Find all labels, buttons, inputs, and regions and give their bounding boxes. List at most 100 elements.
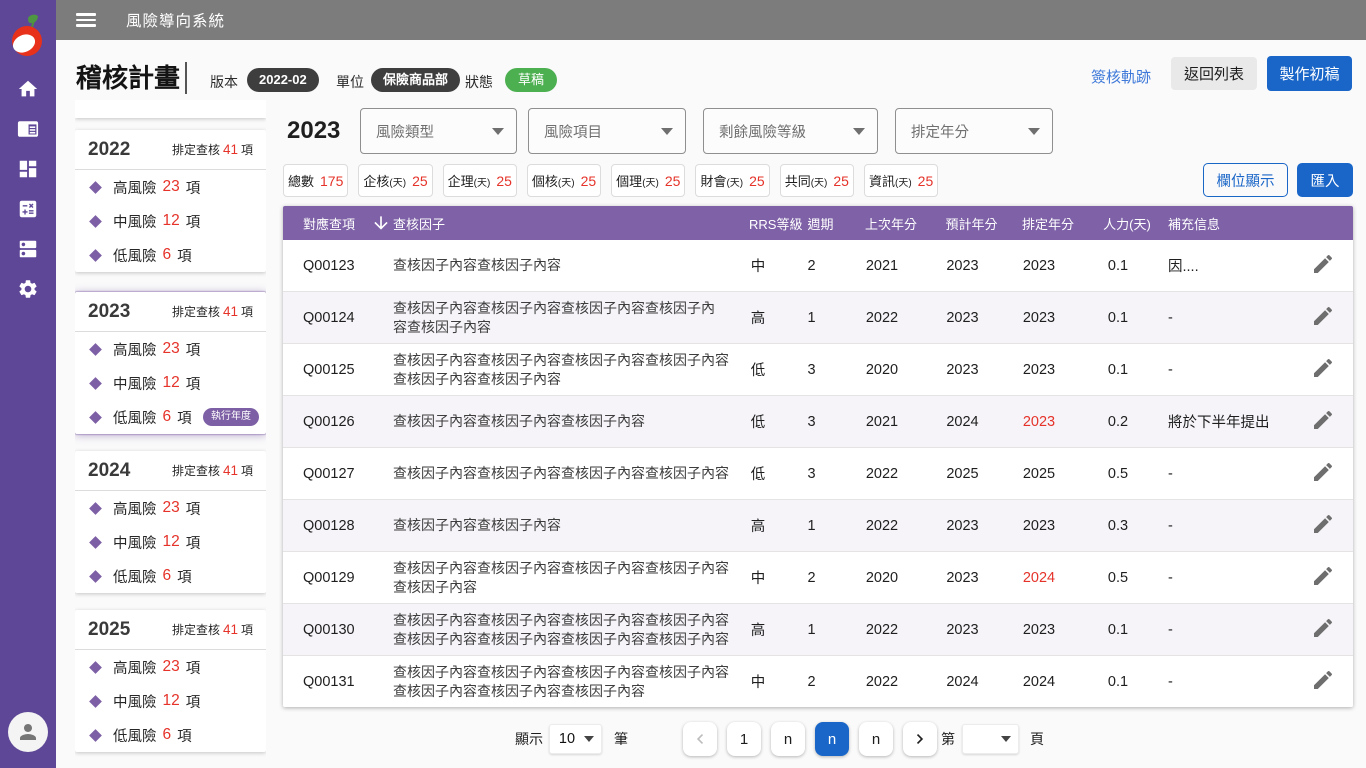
cell-note: 將於下半年提出 — [1157, 411, 1293, 432]
year-card-scheduled: 排定查核41項 — [172, 141, 253, 158]
risk-row: 高風險23項 — [75, 332, 266, 366]
year-card-header: 2023排定查核41項 — [75, 292, 266, 332]
stat-value: 25 — [833, 173, 849, 189]
cell-expected-year: 2024 — [926, 414, 999, 430]
chevron-left-icon — [690, 729, 710, 749]
edit-row-button[interactable] — [1311, 564, 1335, 588]
column-header-8: 人力(天) — [1079, 214, 1157, 233]
main-content: 2023 風險類型風險項目剩餘風險等級排定年分 總數175企核(天)25企理(天… — [283, 100, 1353, 768]
page-size-select[interactable]: 10 — [549, 724, 602, 754]
filter-placeholder: 風險類型 — [376, 121, 492, 142]
import-button[interactable]: 匯入 — [1297, 163, 1353, 197]
cell-audit-factor: 查核因子內容查核因子內容查核因子內容 — [371, 412, 731, 431]
cell-last-year: 2022 — [838, 310, 926, 326]
year-card-scheduled: 排定查核41項 — [172, 303, 253, 320]
cell-item-id: Q00123 — [283, 258, 371, 274]
goto-page-select[interactable] — [962, 724, 1019, 754]
cell-actions — [1293, 304, 1353, 332]
audit-factor-text: 查核因子內容查核因子內容查核因子內容查核因子內容 查核因子內容查核因子內容查核因… — [393, 611, 729, 649]
edit-row-button[interactable] — [1311, 616, 1335, 640]
cell-expected-year: 2023 — [926, 310, 999, 326]
user-avatar[interactable] — [8, 712, 48, 752]
year-card-year: 2023 — [88, 301, 172, 323]
column-display-button[interactable]: 欄位顯示 — [1203, 163, 1288, 197]
nav-dashboard-icon[interactable] — [17, 158, 39, 180]
cell-rrs-level: 低 — [731, 411, 785, 432]
risk-label: 高風險 — [113, 657, 157, 678]
edit-row-button[interactable] — [1311, 356, 1335, 380]
column-header-9: 補充信息 — [1157, 214, 1293, 233]
approval-trail-link[interactable]: 簽核軌跡 — [1091, 66, 1151, 87]
cell-item-id: Q00131 — [283, 674, 371, 690]
column-header-2[interactable]: 查核因子 — [371, 213, 731, 233]
make-draft-button[interactable]: 製作初稿 — [1267, 56, 1352, 91]
edit-row-button[interactable] — [1311, 408, 1335, 432]
page-button-2[interactable]: n — [771, 722, 805, 756]
nav-home-icon[interactable] — [17, 78, 39, 100]
stat-value: 25 — [665, 173, 681, 189]
diamond-bullet-icon — [89, 377, 102, 390]
cell-last-year: 2020 — [838, 362, 926, 378]
cell-cycle: 2 — [785, 258, 838, 274]
caret-down-icon — [492, 128, 504, 135]
year-card-2023[interactable]: 2023排定查核41項高風險23項中風險12項低風險6項執行年度 — [75, 292, 266, 434]
year-card-partial[interactable] — [75, 100, 266, 118]
goto-label: 第 — [941, 722, 955, 756]
filter-select-2[interactable]: 風險項目 — [528, 108, 686, 154]
year-panel: 2022排定查核41項高風險23項中風險12項低風險6項2023排定查核41項高… — [75, 100, 266, 768]
cell-note: 因.... — [1157, 255, 1293, 276]
nav-dns-icon[interactable] — [17, 238, 39, 260]
cell-cycle: 2 — [785, 570, 838, 586]
menu-hamburger-icon[interactable] — [76, 13, 96, 27]
next-page-button[interactable] — [903, 722, 937, 756]
caret-down-icon — [1028, 128, 1040, 135]
cell-rrs-level: 低 — [731, 463, 785, 484]
prev-page-button[interactable] — [683, 722, 717, 756]
cell-last-year: 2020 — [838, 570, 926, 586]
risk-unit: 項 — [177, 566, 192, 587]
page-button-1[interactable]: 1 — [727, 722, 761, 756]
year-card-2024[interactable]: 2024排定查核41項高風險23項中風險12項低風險6項 — [75, 451, 266, 593]
edit-pencil-icon — [1311, 408, 1335, 432]
edit-pencil-icon — [1311, 616, 1335, 640]
back-to-list-button[interactable]: 返回列表 — [1171, 57, 1257, 90]
filter-select-1[interactable]: 風險類型 — [360, 108, 517, 154]
filter-select-3[interactable]: 剩餘風險等級 — [703, 108, 878, 154]
page-button-3[interactable]: n — [815, 722, 849, 756]
stat-suffix: (天) — [895, 178, 912, 189]
filter-placeholder: 排定年分 — [911, 121, 1028, 142]
cell-rrs-level: 中 — [731, 255, 785, 276]
edit-row-button[interactable] — [1311, 668, 1335, 692]
topbar: 風險導向系統 — [56, 0, 1366, 40]
year-card-year: 2022 — [88, 139, 172, 161]
column-header-7: 排定年分 — [999, 214, 1079, 233]
audit-factor-text: 查核因子內容查核因子內容查核因子內容查核因子內容 查核因子內容查核因子內容查核因… — [393, 663, 729, 701]
cell-actions — [1293, 564, 1353, 592]
year-card-2022[interactable]: 2022排定查核41項高風險23項中風險12項低風險6項 — [75, 130, 266, 272]
cell-last-year: 2021 — [838, 414, 926, 430]
risk-row: 高風險23項 — [75, 491, 266, 525]
sort-descending-icon[interactable] — [371, 213, 391, 233]
year-card-year: 2024 — [88, 460, 172, 482]
column-header-4: 週期 — [785, 214, 838, 233]
year-card-2025[interactable]: 2025排定查核41項高風險23項中風險12項低風險6項 — [75, 610, 266, 752]
cell-scheduled-year: 2023 — [999, 258, 1079, 274]
edit-row-button[interactable] — [1311, 512, 1335, 536]
year-card-header: 2025排定查核41項 — [75, 610, 266, 650]
edit-row-button[interactable] — [1311, 460, 1335, 484]
cell-actions — [1293, 408, 1353, 436]
risk-unit: 項 — [177, 725, 192, 746]
cell-audit-factor: 查核因子內容查核因子內容查核因子內容查核因子內容 查核因子內容查核因子內容 — [371, 351, 731, 389]
stat-suffix: (天) — [389, 178, 406, 189]
page-button-4[interactable]: n — [859, 722, 893, 756]
filter-select-4[interactable]: 排定年分 — [895, 108, 1053, 154]
risk-row: 低風險6項 — [75, 238, 266, 272]
caret-down-icon — [1001, 736, 1011, 742]
edit-row-button[interactable] — [1311, 252, 1335, 276]
diamond-bullet-icon — [89, 570, 102, 583]
nav-calculator-icon[interactable] — [17, 198, 39, 220]
edit-row-button[interactable] — [1311, 304, 1335, 328]
show-label: 顯示 — [515, 722, 543, 756]
nav-settings-icon[interactable] — [17, 278, 39, 300]
nav-reader-icon[interactable] — [17, 118, 39, 140]
